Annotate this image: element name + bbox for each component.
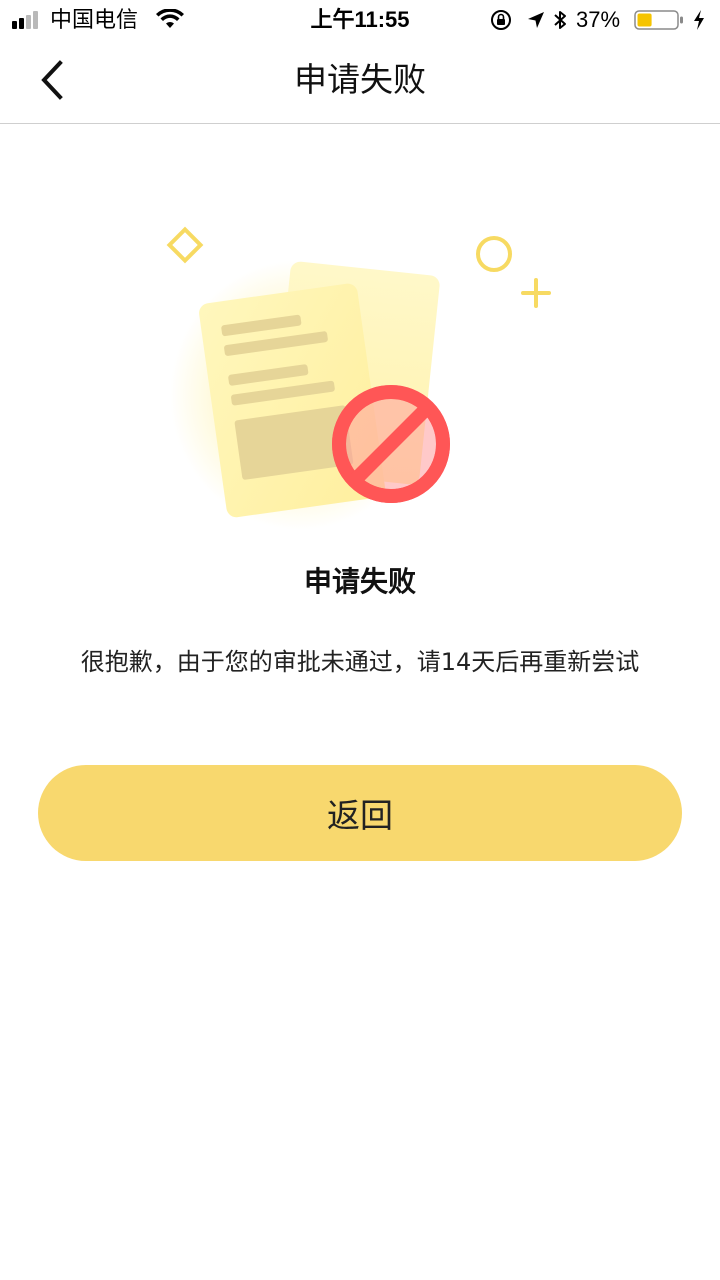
return-button-label: 返回 [327,796,393,835]
page: 中国电信 上午11:55 37% 申请失败 申请失败 很抱歉，由于您的审批未通过… [0,0,720,1280]
charging-icon [694,10,704,30]
prohibited-icon [332,385,450,503]
decor-plus [521,278,551,308]
location-icon [528,12,544,28]
battery-percent: 37% [576,7,621,32]
application-rejected-icon [166,226,551,530]
rotation-lock-icon [491,10,511,30]
decor-diamond [166,226,204,264]
page-title: 申请失败 [294,60,426,99]
bluetooth-icon [554,11,566,29]
result-title: 申请失败 [303,565,416,598]
status-bar: 中国电信 上午11:55 37% [0,0,720,40]
decor-circle [476,236,512,272]
battery-icon [634,10,683,30]
result-message: 很抱歉，由于您的审批未通过，请14天后再重新尝试 [80,648,640,676]
navigation-bar: 申请失败 [0,40,720,124]
return-button[interactable]: 返回 [38,765,682,861]
